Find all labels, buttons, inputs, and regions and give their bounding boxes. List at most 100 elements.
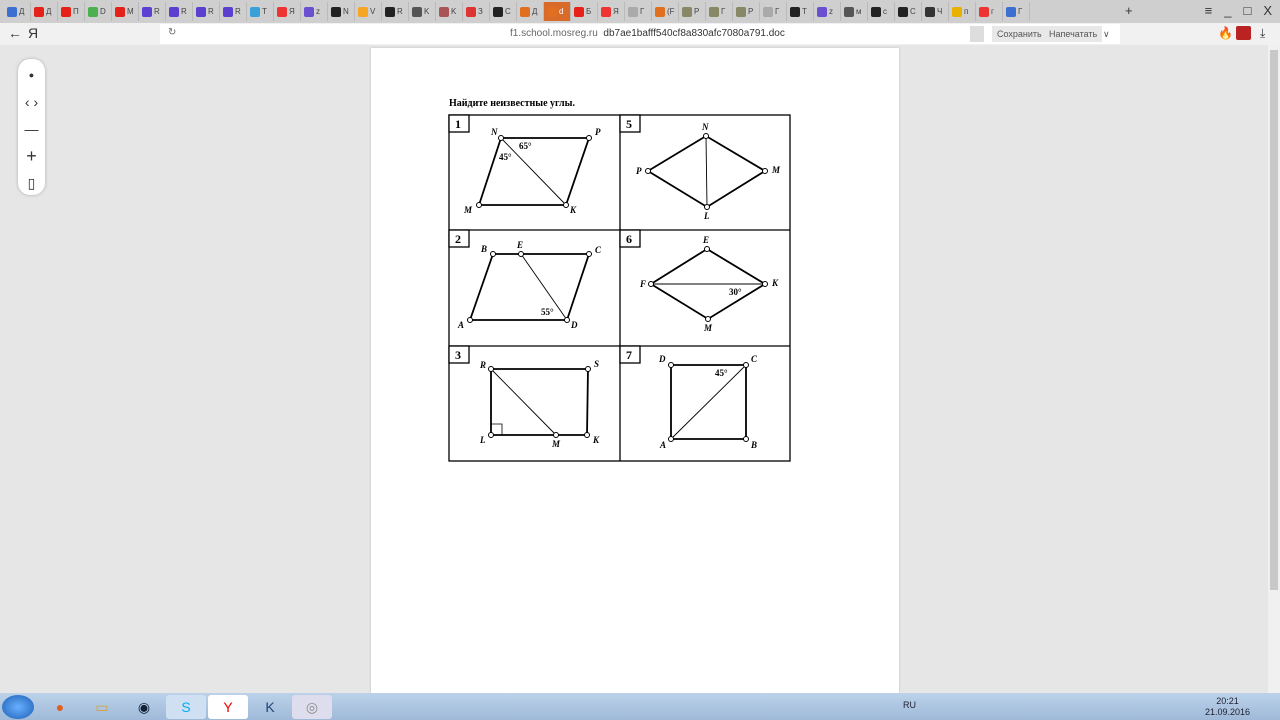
vertex-label: L: [479, 435, 486, 445]
browser-tab[interactable]: З: [463, 2, 490, 21]
tab-title: П: [73, 7, 79, 16]
browser-tab[interactable]: z: [301, 2, 328, 21]
reload-icon[interactable]: ↻: [168, 27, 176, 38]
tab-favicon-icon: [412, 6, 422, 17]
tab-title: Д: [46, 7, 52, 16]
browser-tab[interactable]: d: [544, 2, 571, 21]
browser-tab[interactable]: п: [949, 2, 976, 21]
vertex-point: [648, 281, 654, 287]
browser-tab[interactable]: K: [436, 2, 463, 21]
browser-tab[interactable]: M: [112, 2, 139, 21]
browser-tab[interactable]: Д: [31, 2, 58, 21]
language-indicator[interactable]: RU: [903, 700, 916, 710]
browser-tab[interactable]: R: [166, 2, 193, 21]
tab-title: T: [262, 7, 267, 16]
yandex-logo[interactable]: Я: [28, 25, 38, 41]
browser-tab[interactable]: C: [895, 2, 922, 21]
back-button[interactable]: ←: [8, 25, 22, 41]
url-field[interactable]: ↻ f1.school.mosreg.ru db7ae1bafff540cf8a…: [160, 24, 1120, 44]
browser-tab[interactable]: K: [409, 2, 436, 21]
pointer-button[interactable]: ●: [29, 65, 34, 85]
maximize-button[interactable]: □: [1243, 3, 1251, 18]
zoom-out-button[interactable]: —: [25, 119, 39, 139]
start-button[interactable]: [2, 695, 34, 719]
tab-title: п: [964, 7, 969, 16]
browser-tab[interactable]: T: [247, 2, 274, 21]
tab-favicon-icon: [601, 6, 611, 17]
browser-tab[interactable]: Г: [706, 2, 733, 21]
print-button[interactable]: Напечатать: [1044, 26, 1103, 42]
download-icon[interactable]: ⤓: [1260, 26, 1265, 41]
tab-favicon-icon: [61, 6, 71, 17]
protect-icon[interactable]: [970, 26, 984, 42]
browser-tab[interactable]: Д: [4, 2, 31, 21]
browser-tab[interactable]: г: [976, 2, 1003, 21]
fit-page-button[interactable]: ▯: [28, 173, 36, 193]
vertex-label: E: [702, 235, 709, 245]
vertex-point: [645, 168, 651, 174]
tab-favicon-icon: [547, 6, 557, 17]
browser-tab[interactable]: П: [58, 2, 85, 21]
tab-favicon-icon: [169, 6, 179, 17]
vertex-label: K: [771, 278, 779, 288]
chevron-down-icon[interactable]: ∨: [1098, 26, 1115, 42]
taskbar-firefox[interactable]: ●: [40, 695, 80, 719]
save-button[interactable]: Сохранить: [992, 26, 1047, 42]
taskbar-app[interactable]: K: [250, 695, 290, 719]
taskbar: ● ▭ ◉ S Y K ◎ RU 20:21 21.09.2016: [0, 693, 1280, 720]
viewer-toolbar: ● ‹ › — + ▯: [18, 59, 45, 195]
tab-favicon-icon: [34, 6, 44, 17]
browser-tab[interactable]: Г: [760, 2, 787, 21]
tab-title: z: [316, 7, 320, 16]
browser-tab[interactable]: D: [85, 2, 112, 21]
menu-button[interactable]: ≡: [1205, 3, 1213, 18]
browser-tab[interactable]: P: [679, 2, 706, 21]
vertex-label: K: [592, 435, 600, 445]
browser-tab[interactable]: Б: [571, 2, 598, 21]
taskbar-steam[interactable]: ◉: [124, 695, 164, 719]
taskbar-explorer[interactable]: ▭: [82, 695, 122, 719]
tab-favicon-icon: [844, 6, 854, 17]
browser-tab[interactable]: Я: [598, 2, 625, 21]
browser-tab[interactable]: R: [139, 2, 166, 21]
browser-tab[interactable]: N: [328, 2, 355, 21]
browser-tab[interactable]: (F: [652, 2, 679, 21]
browser-tab[interactable]: Г: [625, 2, 652, 21]
browser-tab[interactable]: V: [355, 2, 382, 21]
browser-tab[interactable]: Д: [517, 2, 544, 21]
tab-title: г: [991, 7, 994, 16]
tab-title: R: [154, 7, 160, 16]
browser-tab[interactable]: T: [787, 2, 814, 21]
page-nav-button[interactable]: ‹ ›: [25, 92, 38, 112]
taskbar-skype[interactable]: S: [166, 695, 206, 719]
minimize-button[interactable]: _: [1224, 3, 1231, 18]
extension-icon[interactable]: [1236, 26, 1251, 40]
fire-icon[interactable]: 🔥: [1218, 26, 1233, 40]
browser-tab[interactable]: Г: [1003, 2, 1030, 21]
tab-favicon-icon: [871, 6, 881, 17]
tab-title: Б: [586, 7, 592, 16]
browser-tab[interactable]: R: [382, 2, 409, 21]
vertex-label: S: [594, 359, 599, 369]
vertex-label: B: [480, 244, 487, 254]
tab-title: V: [370, 7, 376, 16]
browser-tab[interactable]: R: [193, 2, 220, 21]
new-tab-button[interactable]: +: [1125, 3, 1133, 18]
browser-tab[interactable]: С: [490, 2, 517, 21]
scrollbar[interactable]: [1268, 45, 1280, 693]
browser-tab[interactable]: Я: [274, 2, 301, 21]
figure-number: 3: [455, 348, 461, 362]
tab-title: С: [505, 7, 511, 16]
close-button[interactable]: X: [1263, 3, 1272, 18]
taskbar-yandex[interactable]: Y: [208, 695, 248, 719]
browser-tab[interactable]: R: [220, 2, 247, 21]
clock[interactable]: 20:21 21.09.2016: [1205, 696, 1250, 718]
taskbar-media[interactable]: ◎: [292, 695, 332, 719]
scrollbar-thumb[interactable]: [1270, 50, 1278, 590]
browser-tab[interactable]: c: [868, 2, 895, 21]
browser-tab[interactable]: z: [814, 2, 841, 21]
browser-tab[interactable]: м: [841, 2, 868, 21]
zoom-in-button[interactable]: +: [26, 146, 37, 166]
browser-tab[interactable]: P: [733, 2, 760, 21]
browser-tab[interactable]: Ч: [922, 2, 949, 21]
